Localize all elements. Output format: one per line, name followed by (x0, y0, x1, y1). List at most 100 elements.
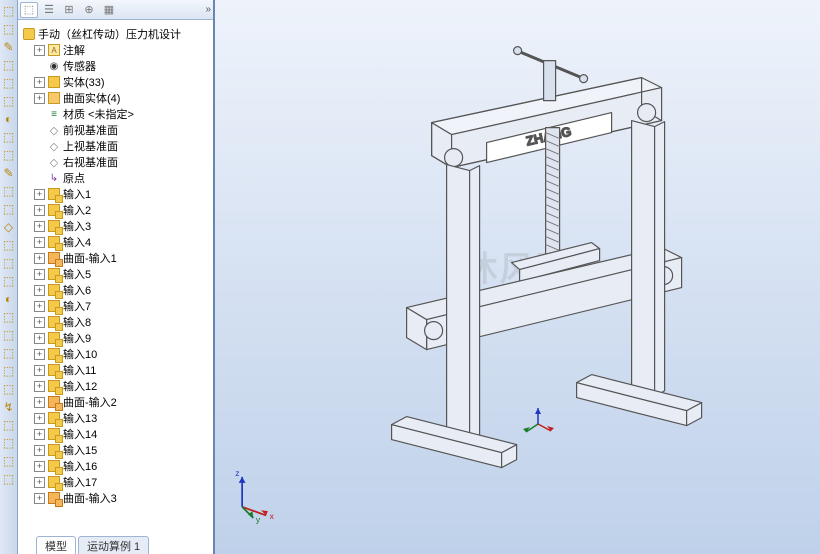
tree-item[interactable]: +输入11 (22, 362, 211, 378)
left-tool-icon[interactable]: ⬚ (1, 183, 17, 199)
tree-item[interactable]: + 输入14 (22, 426, 211, 442)
expand-icon[interactable]: + (34, 477, 45, 488)
left-tool-icon[interactable]: ↯ (1, 399, 17, 415)
expand-icon[interactable]: + (34, 269, 45, 280)
tree-item[interactable]: +输入6 (22, 282, 211, 298)
tree-item[interactable]: +输入4 (22, 234, 211, 250)
left-tool-icon[interactable]: ⬚ (1, 381, 17, 397)
tree-item[interactable]: +曲面-输入3 (22, 490, 211, 506)
tree-item[interactable]: +输入1 (22, 186, 211, 202)
tab-property[interactable]: ☰ (40, 2, 58, 18)
tree-item[interactable]: +输入3 (22, 218, 211, 234)
left-tool-icon[interactable]: ◐ (1, 111, 17, 127)
tab-motion-study[interactable]: 运动算例 1 (78, 536, 149, 554)
imported-surface-icon (48, 252, 60, 264)
tree-item[interactable]: +曲面-输入2 (22, 394, 211, 410)
imported-body-icon (48, 380, 60, 392)
tab-feature-tree[interactable]: ⬚ (20, 2, 38, 18)
tree-item[interactable]: +输入12 (22, 378, 211, 394)
expand-icon[interactable]: + (34, 365, 45, 376)
tree-item[interactable]: ◇右视基准面 (22, 154, 211, 170)
tab-dim[interactable]: ⊕ (80, 2, 98, 18)
expand-icon[interactable]: + (34, 285, 45, 296)
expand-icon[interactable]: + (34, 77, 45, 88)
tree-item[interactable]: +输入13 (22, 410, 211, 426)
imported-body-icon (48, 348, 60, 360)
left-tool-icon[interactable]: ✎ (1, 39, 17, 55)
left-tool-icon[interactable]: ⬚ (1, 471, 17, 487)
expand-icon[interactable]: + (34, 253, 45, 264)
tab-config[interactable]: ⊞ (60, 2, 78, 18)
feature-tree[interactable]: 手动（丝杠传动）压力机设计 +A注解◉传感器+实体(33)+曲面实体(4)≡材质… (18, 20, 213, 554)
left-tool-icon[interactable]: ⬚ (1, 255, 17, 271)
left-tool-icon[interactable]: ⬚ (1, 309, 17, 325)
panel-arrow-icon[interactable]: » (205, 4, 211, 15)
expand-icon[interactable]: + (34, 493, 45, 504)
tree-item[interactable]: +输入10 (22, 346, 211, 362)
expand-icon[interactable]: + (34, 381, 45, 392)
tree-item[interactable]: +输入15 (22, 442, 211, 458)
left-tool-icon[interactable]: ⬚ (1, 93, 17, 109)
left-tool-icon[interactable]: ⬚ (1, 417, 17, 433)
svg-text:z: z (235, 468, 239, 478)
expand-icon[interactable]: + (34, 349, 45, 360)
tree-item[interactable]: ◉传感器 (22, 58, 211, 74)
left-toolbar: ⬚ ⬚ ✎ ⬚ ⬚ ⬚ ◐ ⬚ ⬚ ✎ ⬚ ⬚ ◇ ⬚ ⬚ ⬚ ◐ ⬚ ⬚ ⬚ ⬚ ⬚ ↯ ⬚ ⬚ ⬚ ⬚ (0, 0, 18, 554)
expand-icon[interactable]: + (34, 413, 45, 424)
left-tool-icon[interactable]: ⬚ (1, 237, 17, 253)
tree-item[interactable]: +实体(33) (22, 74, 211, 90)
left-tool-icon[interactable]: ⬚ (1, 201, 17, 217)
tree-item[interactable]: ≡材质 <未指定> (22, 106, 211, 122)
expand-icon[interactable]: + (34, 301, 45, 312)
left-tool-icon[interactable]: ⬚ (1, 273, 17, 289)
left-tool-icon[interactable]: ⬚ (1, 147, 17, 163)
left-tool-icon[interactable]: ⬚ (1, 129, 17, 145)
expand-icon[interactable]: + (34, 445, 45, 456)
tree-item[interactable]: +输入8 (22, 314, 211, 330)
left-tool-icon[interactable]: ⬚ (1, 435, 17, 451)
tree-item[interactable]: +输入16 (22, 458, 211, 474)
expand-icon[interactable]: + (34, 205, 45, 216)
tree-item[interactable]: +曲面-输入1 (22, 250, 211, 266)
viewport-3d[interactable]: 沐风网 ZHANG (215, 0, 820, 554)
tree-item[interactable]: +曲面实体(4) (22, 90, 211, 106)
left-tool-icon[interactable]: ⬚ (1, 345, 17, 361)
tree-item[interactable]: +A注解 (22, 42, 211, 58)
tree-item[interactable]: +输入7 (22, 298, 211, 314)
expand-icon[interactable]: + (34, 45, 45, 56)
tree-item-label: 输入14 (63, 426, 97, 442)
expand-icon[interactable]: + (34, 461, 45, 472)
tree-item[interactable]: ↳原点 (22, 170, 211, 186)
tree-item[interactable]: ◇上视基准面 (22, 138, 211, 154)
imported-body-icon (48, 300, 60, 312)
left-tool-icon[interactable]: ◇ (1, 219, 17, 235)
tree-item[interactable]: +输入17 (22, 474, 211, 490)
left-tool-icon[interactable]: ⬚ (1, 57, 17, 73)
left-tool-icon[interactable]: ⬚ (1, 363, 17, 379)
expand-icon[interactable]: + (34, 333, 45, 344)
left-tool-icon[interactable]: ⬚ (1, 327, 17, 343)
left-tool-icon[interactable]: ⬚ (1, 3, 17, 19)
tab-model[interactable]: 模型 (36, 536, 76, 554)
left-tool-icon[interactable]: ⬚ (1, 21, 17, 37)
expand-icon[interactable]: + (34, 221, 45, 232)
tab-display[interactable]: ▦ (100, 2, 118, 18)
left-tool-icon[interactable]: ⬚ (1, 75, 17, 91)
rotation-triad-icon (518, 404, 558, 444)
tree-item-label: 上视基准面 (63, 138, 118, 154)
left-tool-icon[interactable]: ✎ (1, 165, 17, 181)
expand-icon[interactable]: + (34, 237, 45, 248)
left-tool-icon[interactable]: ◐ (1, 291, 17, 307)
expand-icon[interactable]: + (34, 429, 45, 440)
tree-item[interactable]: +输入9 (22, 330, 211, 346)
expand-icon[interactable]: + (34, 397, 45, 408)
left-tool-icon[interactable]: ⬚ (1, 453, 17, 469)
tree-item[interactable]: +输入5 (22, 266, 211, 282)
tree-item[interactable]: ◇前视基准面 (22, 122, 211, 138)
expand-icon[interactable]: + (34, 189, 45, 200)
tree-root-node[interactable]: 手动（丝杠传动）压力机设计 (22, 26, 211, 42)
imported-body-icon (48, 364, 60, 376)
expand-icon[interactable]: + (34, 317, 45, 328)
tree-item[interactable]: +输入2 (22, 202, 211, 218)
expand-icon[interactable]: + (34, 93, 45, 104)
